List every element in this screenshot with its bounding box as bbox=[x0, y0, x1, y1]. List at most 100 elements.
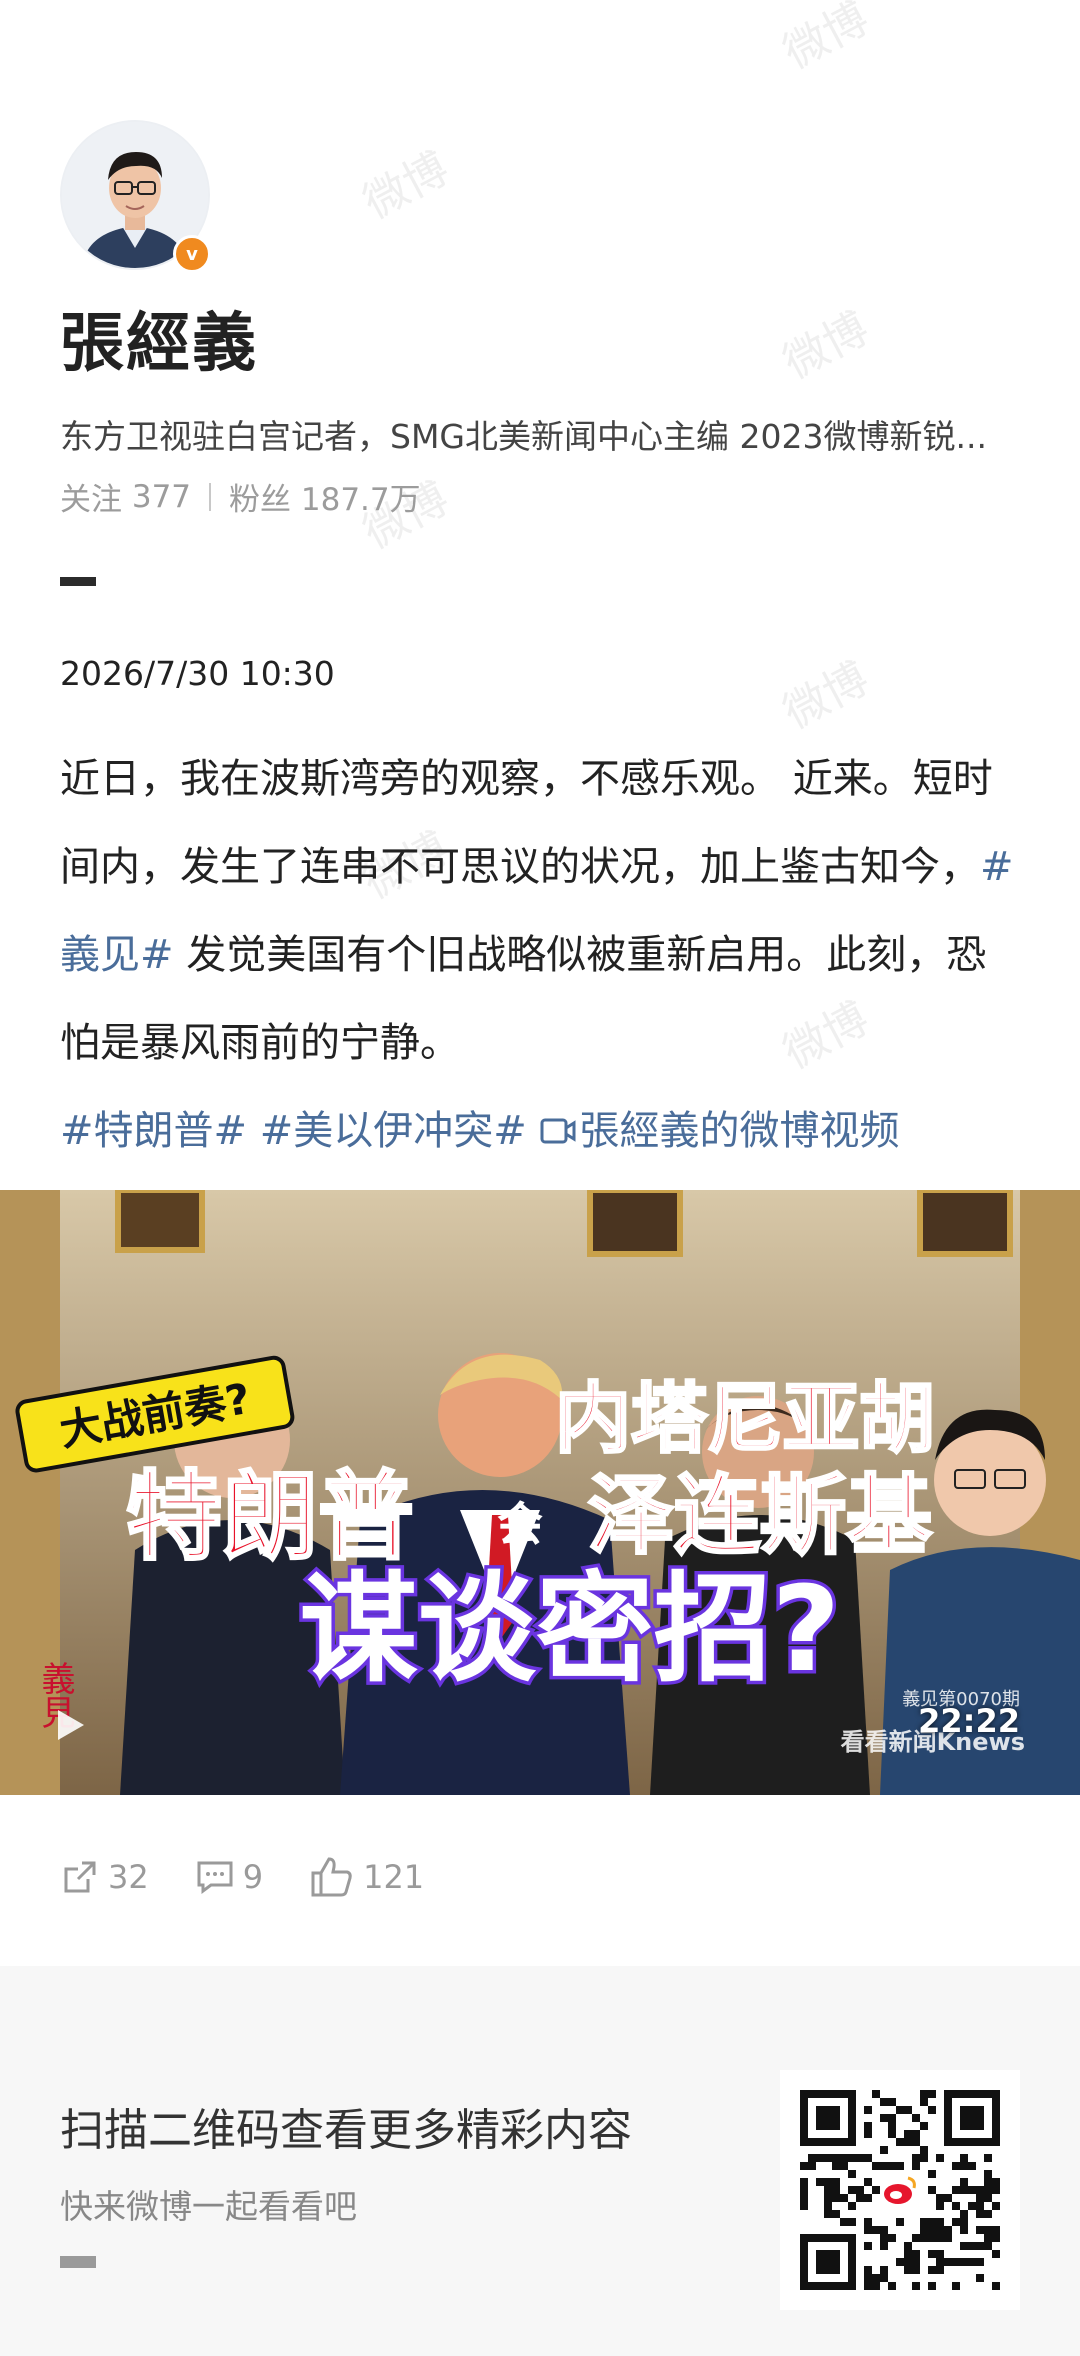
qr-code-image bbox=[780, 2070, 1020, 2310]
qr-module bbox=[976, 2186, 984, 2194]
footer-subtitle: 快来微博一起看看吧 bbox=[60, 2187, 357, 2226]
qr-module bbox=[984, 2194, 992, 2202]
qr-module bbox=[944, 2234, 952, 2242]
follow-count[interactable]: 377 bbox=[132, 479, 191, 515]
play-icon[interactable] bbox=[58, 1710, 84, 1740]
comment-button[interactable]: 9 bbox=[195, 1857, 263, 1897]
qr-module bbox=[936, 2266, 944, 2274]
qr-module bbox=[936, 2218, 944, 2226]
qr-module bbox=[912, 2258, 920, 2266]
qr-module bbox=[808, 2162, 816, 2170]
video-link-label: 張經義的微博视频 bbox=[579, 1108, 900, 1154]
qr-code bbox=[780, 2070, 1020, 2310]
qr-module bbox=[824, 2210, 832, 2218]
qr-module bbox=[840, 2162, 848, 2170]
hashtag-trump[interactable]: #特朗普# bbox=[60, 1108, 247, 1154]
like-count: 121 bbox=[363, 1858, 425, 1896]
qr-module bbox=[952, 2258, 960, 2266]
qr-module bbox=[984, 2242, 992, 2250]
qr-module bbox=[920, 2234, 928, 2242]
qr-module bbox=[976, 2242, 984, 2250]
qr-module bbox=[880, 2146, 888, 2154]
qr-module bbox=[928, 2186, 936, 2194]
qr-module bbox=[928, 2170, 936, 2178]
qr-module bbox=[864, 2106, 872, 2114]
qr-module bbox=[992, 2282, 1000, 2290]
qr-module bbox=[896, 2258, 904, 2266]
hashtag-us-israel-iran[interactable]: #美以伊冲突# bbox=[260, 1108, 527, 1154]
footer-divider bbox=[60, 2256, 96, 2268]
qr-module bbox=[800, 2186, 808, 2194]
qr-module bbox=[936, 2202, 944, 2210]
verified-badge-icon: v bbox=[173, 235, 211, 273]
video-player[interactable]: 大战前奏? 内塔尼亚胡 特朗普 会 泽连斯基 谋谈密招? 義見 義见第0070期… bbox=[0, 1190, 1080, 1795]
like-button[interactable]: 121 bbox=[309, 1855, 424, 1899]
qr-module bbox=[960, 2218, 968, 2226]
qr-module bbox=[840, 2154, 848, 2162]
profile-name[interactable]: 張經義 bbox=[60, 292, 258, 384]
qr-module bbox=[960, 2242, 968, 2250]
qr-module bbox=[888, 2130, 896, 2138]
qr-module bbox=[912, 2162, 920, 2170]
profile-stats: 关注 377 粉丝 187.7万 bbox=[60, 474, 421, 519]
qr-module bbox=[856, 2186, 864, 2194]
qr-module bbox=[904, 2138, 912, 2146]
qr-module bbox=[992, 2250, 1000, 2258]
qr-module bbox=[856, 2154, 864, 2162]
video-headline-secret-plan: 谋谈密招? bbox=[300, 1560, 840, 1698]
qr-module bbox=[936, 2258, 944, 2266]
qr-module bbox=[928, 2090, 936, 2098]
qr-module bbox=[912, 2138, 920, 2146]
qr-module bbox=[912, 2130, 920, 2138]
qr-module bbox=[960, 2210, 968, 2218]
qr-module bbox=[904, 2106, 912, 2114]
qr-module bbox=[904, 2250, 912, 2258]
qr-module bbox=[928, 2226, 936, 2234]
video-headline-netanyahu: 内塔尼亚胡 bbox=[555, 1374, 935, 1463]
qr-module bbox=[936, 2194, 944, 2202]
share-button[interactable]: 32 bbox=[60, 1857, 149, 1897]
qr-module bbox=[960, 2258, 968, 2266]
qr-module bbox=[888, 2162, 896, 2170]
qr-module bbox=[928, 2266, 936, 2274]
video-headline-trump: 特朗普 bbox=[126, 1461, 414, 1573]
fans-label[interactable]: 粉丝 bbox=[229, 474, 291, 519]
video-link[interactable]: 張經義的微博视频 bbox=[540, 1108, 900, 1154]
qr-module bbox=[912, 2154, 920, 2162]
qr-module bbox=[816, 2178, 824, 2186]
qr-module bbox=[880, 2274, 888, 2282]
qr-module bbox=[904, 2266, 912, 2274]
qr-module bbox=[832, 2186, 840, 2194]
qr-module bbox=[968, 2186, 976, 2194]
qr-module bbox=[824, 2186, 832, 2194]
qr-module bbox=[968, 2258, 976, 2266]
qr-module bbox=[976, 2258, 984, 2266]
qr-module bbox=[896, 2218, 904, 2226]
section-divider bbox=[60, 577, 96, 586]
qr-module bbox=[800, 2178, 808, 2186]
qr-module bbox=[960, 2178, 968, 2186]
qr-module bbox=[992, 2234, 1000, 2242]
qr-module bbox=[880, 2266, 888, 2274]
follow-label[interactable]: 关注 bbox=[60, 474, 122, 519]
qr-module bbox=[912, 2250, 920, 2258]
fans-count[interactable]: 187.7万 bbox=[301, 474, 421, 519]
qr-module bbox=[864, 2154, 872, 2162]
qr-module bbox=[920, 2098, 928, 2106]
qr-module bbox=[920, 2146, 928, 2154]
qr-module bbox=[968, 2242, 976, 2250]
qr-module bbox=[912, 2266, 920, 2274]
qr-module bbox=[864, 2282, 872, 2290]
comment-count: 9 bbox=[242, 1858, 264, 1896]
qr-module bbox=[960, 2154, 968, 2162]
qr-module bbox=[800, 2194, 808, 2202]
qr-module bbox=[888, 2114, 896, 2122]
qr-module bbox=[936, 2234, 944, 2242]
qr-module bbox=[984, 2154, 992, 2162]
post-text: 近日，我在波斯湾旁的观察，不感乐观。 近来。短时间内，发生了连串不可思议的状况，… bbox=[60, 735, 1020, 1175]
qr-module bbox=[872, 2282, 880, 2290]
qr-module bbox=[928, 2218, 936, 2226]
qr-module bbox=[824, 2202, 832, 2210]
video-duration: 22:22 bbox=[918, 1702, 1020, 1740]
qr-module bbox=[928, 2106, 936, 2114]
